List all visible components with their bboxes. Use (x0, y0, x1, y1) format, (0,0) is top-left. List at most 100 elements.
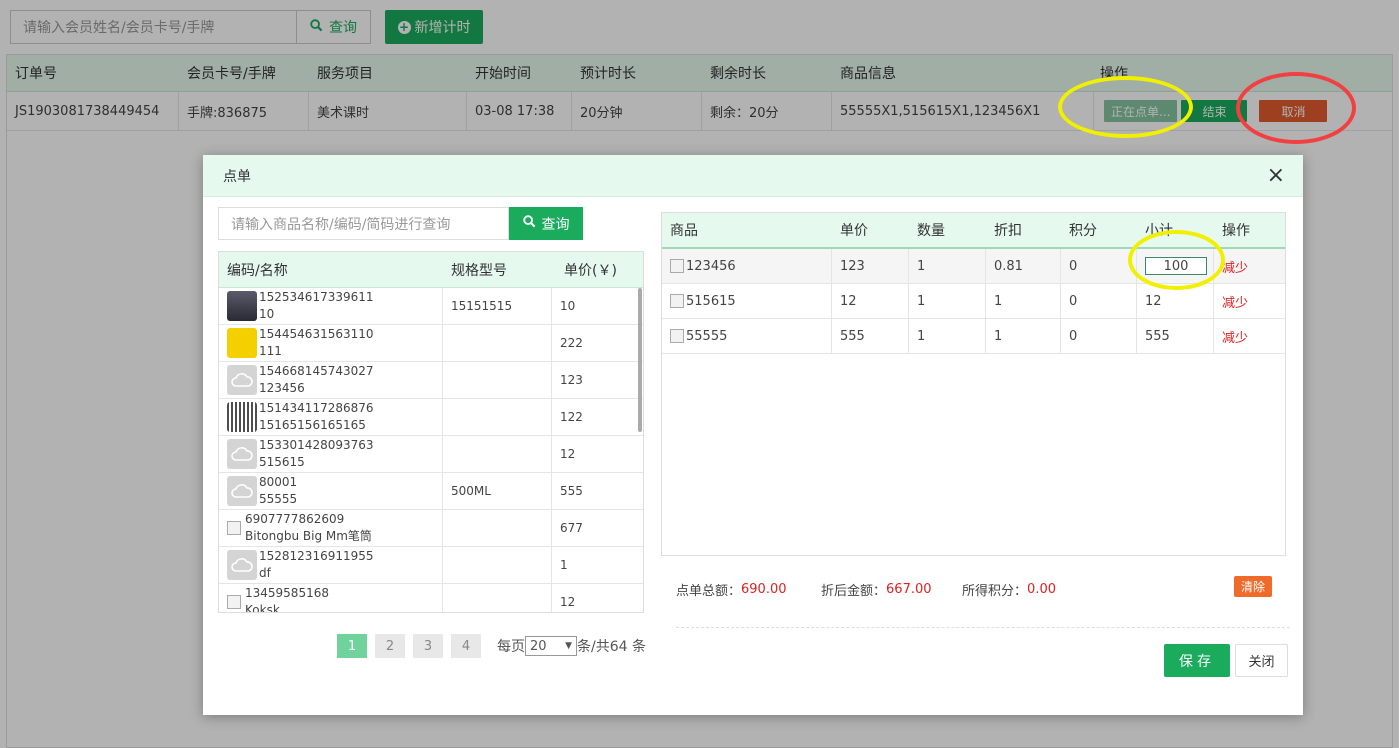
page-button-3[interactable]: 3 (413, 634, 443, 658)
page-button-4[interactable]: 4 (451, 634, 481, 658)
close-button[interactable]: 关闭 (1235, 644, 1288, 677)
product-price: 555 (560, 484, 583, 498)
page-size-select[interactable]: 20 ▼ (525, 636, 577, 656)
total-label: 点单总额： (676, 584, 742, 599)
product-row[interactable]: 80001 55555 500ML 555 (219, 473, 643, 510)
search-icon (522, 215, 536, 232)
col-code-name: 编码/名称 (227, 262, 288, 279)
placeholder-image-icon (227, 550, 257, 580)
order-item-qty: 1 (909, 319, 986, 353)
col-price: 单价(￥) (564, 262, 617, 279)
product-name: df (259, 566, 271, 580)
col-qty: 数量 (917, 223, 945, 239)
order-item-subtotal: 555 (1137, 319, 1214, 353)
product-code: 80001 (259, 475, 298, 489)
order-item-row: 123456 123 1 0.81 0 100 减少 (662, 249, 1285, 284)
placeholder-image-icon (227, 365, 257, 395)
per-page-label: 每页 (497, 639, 525, 655)
product-code: 153301428093763 (259, 438, 374, 452)
product-row[interactable]: 152534617339611 10 15151515 10 (219, 288, 643, 325)
reduce-link[interactable]: 减少 (1214, 249, 1284, 283)
broken-image-icon (670, 329, 684, 343)
order-item-row: 55555 555 1 1 0 555 减少 (662, 319, 1285, 354)
order-items-table: 商品 单价 数量 折扣 积分 小计 操作 123456 123 1 0.81 0 100 减… (661, 212, 1286, 556)
order-item-name: 123456 (686, 258, 736, 274)
product-code: 154454631563110 (259, 327, 374, 341)
product-search-bar: 请输入商品名称/编码/简码进行查询 查询 (218, 207, 583, 240)
scrollbar[interactable] (638, 288, 642, 432)
order-item-goods: 55555 (662, 319, 832, 353)
subtotal-input[interactable]: 100 (1145, 257, 1207, 275)
broken-image-icon (227, 521, 241, 535)
col-subtotal: 小计 (1145, 223, 1173, 239)
product-row[interactable]: 153301428093763 515615 12 (219, 436, 643, 473)
product-price: 12 (560, 595, 576, 609)
product-name: Koksk (245, 603, 280, 613)
page-button-1[interactable]: 1 (337, 634, 367, 658)
clear-button[interactable]: 清除 (1234, 576, 1272, 597)
col-spec: 规格型号 (451, 262, 507, 279)
placeholder-image-icon (227, 439, 257, 469)
placeholder-image-icon (227, 476, 257, 506)
product-spec (443, 510, 552, 546)
product-thumbnail (227, 402, 257, 432)
order-item-qty: 1 (909, 249, 986, 283)
subtotal-value: 555 (1145, 328, 1170, 344)
product-price: 222 (560, 336, 583, 350)
subtotal-value: 12 (1145, 293, 1162, 309)
product-row[interactable]: 151434117286876 15165156165165 122 (219, 399, 643, 436)
product-row[interactable]: 152812316911955 df 1 (219, 547, 643, 584)
product-name: 55555 (259, 492, 298, 506)
product-code-name: 80001 55555 (219, 473, 443, 509)
product-code-name: 152812316911955 df (219, 547, 443, 583)
order-item-row: 515615 12 1 1 0 12 减少 (662, 284, 1285, 319)
product-thumbnail (227, 291, 257, 321)
product-search-input[interactable]: 请输入商品名称/编码/简码进行查询 (218, 207, 509, 240)
product-code-name: 13459585168 Koksk (219, 584, 443, 613)
order-item-name: 515615 (686, 293, 736, 309)
product-row[interactable]: 154668145743027 123456 123 (219, 362, 643, 399)
col-goods: 商品 (670, 223, 698, 239)
product-spec (443, 547, 552, 583)
product-row[interactable]: 154454631563110 111 222 (219, 325, 643, 362)
product-price: 1 (560, 558, 568, 572)
reduce-link[interactable]: 减少 (1214, 284, 1284, 318)
product-name: 15165156165165 (259, 418, 366, 432)
product-row[interactable]: 13459585168 Koksk 12 (219, 584, 643, 613)
page-button-2[interactable]: 2 (375, 634, 405, 658)
page-buttons: 1234 (337, 634, 481, 658)
product-price: 12 (560, 447, 576, 461)
product-spec (443, 584, 552, 612)
product-spec: 500ML (443, 473, 552, 509)
save-button[interactable]: 保存 (1164, 644, 1230, 677)
col-discount: 折扣 (994, 223, 1022, 239)
product-price: 677 (560, 521, 583, 535)
order-item-goods: 515615 (662, 284, 832, 318)
product-search-button[interactable]: 查询 (509, 207, 583, 240)
product-table: 编码/名称 规格型号 单价(￥) 152534617339611 10 151515… (218, 251, 644, 613)
product-code: 154668145743027 (259, 364, 374, 378)
product-row[interactable]: 6907777862609 Bitongbu Big Mm笔筒 677 (219, 510, 643, 547)
reduce-link[interactable]: 减少 (1214, 319, 1284, 353)
product-name: 515615 (259, 455, 305, 469)
order-item-subtotal: 12 (1137, 284, 1214, 318)
broken-image-icon (227, 595, 241, 609)
product-name: 123456 (259, 381, 305, 395)
points-value: 0.00 (1027, 582, 1056, 597)
broken-image-icon (670, 294, 684, 308)
product-rows: 152534617339611 10 15151515 10 1544546315631… (219, 288, 643, 613)
close-icon[interactable]: × (1267, 164, 1285, 187)
modal-title: 点单 (223, 168, 251, 185)
product-table-header: 编码/名称 规格型号 单价(￥) (219, 252, 643, 288)
product-spec (443, 325, 552, 361)
order-summary: 点单总额： 690.00 折后金额： 667.00 所得积分： 0.00 (676, 580, 1273, 599)
product-thumbnail (227, 328, 257, 358)
product-code-name: 153301428093763 515615 (219, 436, 443, 472)
total-value: 690.00 (741, 582, 787, 597)
product-code-name: 154454631563110 111 (219, 325, 443, 361)
product-spec (443, 362, 552, 398)
order-table-header: 商品 单价 数量 折扣 积分 小计 操作 (662, 213, 1285, 249)
chevron-down-icon: ▼ (565, 641, 572, 651)
product-name: 10 (259, 307, 275, 321)
col-points: 积分 (1069, 223, 1097, 239)
